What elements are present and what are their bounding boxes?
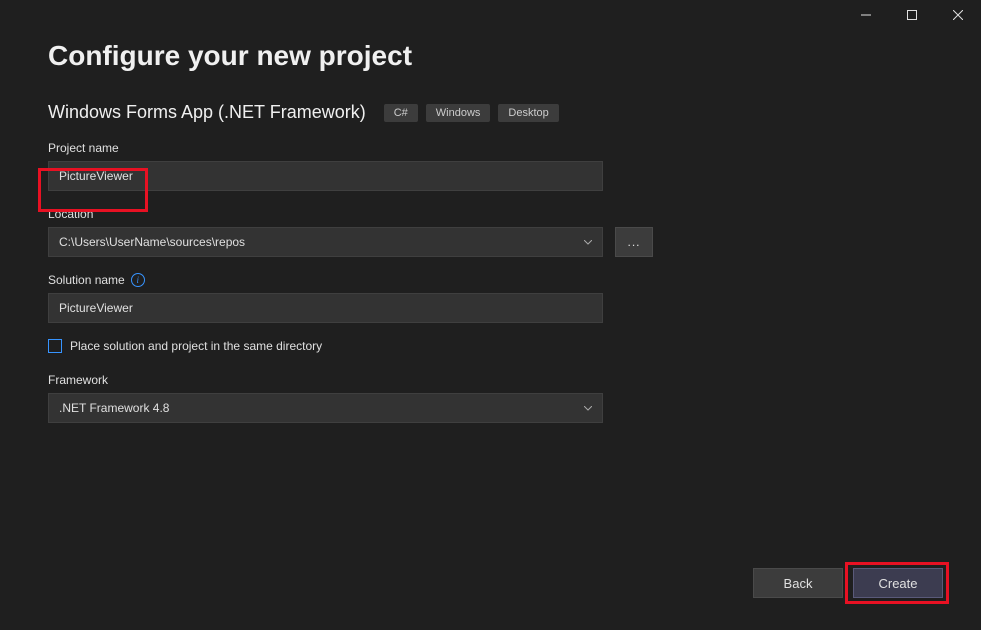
solution-name-field-group: Solution name i [48,273,933,323]
project-name-input[interactable] [48,161,603,191]
tag-item: C# [384,104,418,122]
template-tags: C# Windows Desktop [384,104,559,122]
maximize-button[interactable] [889,0,935,30]
info-icon[interactable]: i [131,273,145,287]
tag-item: Windows [426,104,491,122]
minimize-button[interactable] [843,0,889,30]
project-name-label: Project name [48,141,933,155]
project-name-field-group: Project name [48,141,933,191]
solution-name-label: Solution name i [48,273,933,287]
solution-name-input[interactable] [48,293,603,323]
location-field-group: Location C:\Users\UserName\sources\repos… [48,207,933,257]
back-button[interactable]: Back [753,568,843,598]
close-button[interactable] [935,0,981,30]
window-titlebar [843,0,981,30]
framework-field-group: Framework .NET Framework 4.8 [48,373,933,423]
chevron-down-icon [584,404,592,412]
solution-name-label-text: Solution name [48,273,125,287]
framework-dropdown[interactable]: .NET Framework 4.8 [48,393,603,423]
same-directory-checkbox[interactable] [48,339,62,353]
page-title: Configure your new project [48,40,933,72]
browse-button[interactable]: ... [615,227,653,257]
footer-buttons: Back Create [753,568,943,598]
framework-label: Framework [48,373,933,387]
chevron-down-icon [584,238,592,246]
location-row: C:\Users\UserName\sources\repos ... [48,227,933,257]
location-label: Location [48,207,933,221]
framework-value: .NET Framework 4.8 [59,401,169,415]
template-info-row: Windows Forms App (.NET Framework) C# Wi… [48,102,933,123]
tag-item: Desktop [498,104,558,122]
create-button[interactable]: Create [853,568,943,598]
location-value: C:\Users\UserName\sources\repos [59,235,245,249]
main-content: Configure your new project Windows Forms… [0,0,981,423]
template-name: Windows Forms App (.NET Framework) [48,102,366,123]
same-directory-label: Place solution and project in the same d… [70,339,322,353]
location-dropdown[interactable]: C:\Users\UserName\sources\repos [48,227,603,257]
same-directory-row: Place solution and project in the same d… [48,339,933,353]
